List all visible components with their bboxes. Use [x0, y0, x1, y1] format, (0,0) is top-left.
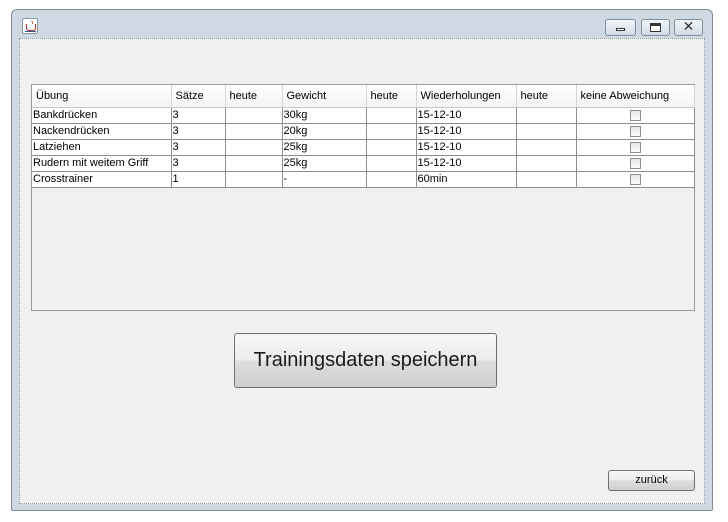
cell-gewicht[interactable]: 30kg — [282, 107, 367, 124]
cell-uebung[interactable]: Bankdrücken — [32, 107, 172, 124]
cell-heute-saetze[interactable] — [225, 139, 283, 156]
maximize-icon — [650, 23, 661, 32]
column-header-keine-abweichung[interactable]: keine Abweichung — [576, 85, 695, 108]
table-row[interactable]: Crosstrainer 1 - 60min — [32, 171, 695, 188]
cell-wiederholungen[interactable]: 15-12-10 — [416, 123, 517, 140]
cell-uebung[interactable]: Latziehen — [32, 139, 172, 156]
cell-keine-abweichung — [576, 171, 695, 188]
column-header-uebung[interactable]: Übung — [32, 85, 172, 108]
cell-heute-gewicht[interactable] — [366, 107, 417, 124]
keine-abweichung-checkbox[interactable] — [629, 109, 641, 121]
save-training-data-button[interactable]: Trainingsdaten speichern — [234, 333, 497, 388]
cell-saetze[interactable]: 3 — [171, 123, 226, 140]
java-cup-icon[interactable] — [22, 18, 38, 34]
cell-heute-gewicht[interactable] — [366, 139, 417, 156]
cell-heute-saetze[interactable] — [225, 123, 283, 140]
table-header: Übung Sätze heute Gewicht heute Wiederho… — [32, 85, 695, 108]
cell-heute-gewicht[interactable] — [366, 155, 417, 172]
cell-heute-saetze[interactable] — [225, 107, 283, 124]
table-row[interactable]: Latziehen 3 25kg 15-12-10 — [32, 139, 695, 156]
minimize-button[interactable] — [605, 19, 636, 36]
cell-gewicht[interactable]: 25kg — [282, 155, 367, 172]
cell-heute-saetze[interactable] — [225, 171, 283, 188]
maximize-button[interactable] — [641, 19, 670, 36]
app-window: ✕ Übung Sätze heute Gewicht heute Wieder… — [11, 9, 713, 511]
column-header-gewicht[interactable]: Gewicht — [282, 85, 367, 108]
cell-gewicht[interactable]: 25kg — [282, 139, 367, 156]
cell-keine-abweichung — [576, 139, 695, 156]
cell-heute-gewicht[interactable] — [366, 171, 417, 188]
cell-wiederholungen[interactable]: 60min — [416, 171, 517, 188]
keine-abweichung-checkbox[interactable] — [629, 157, 641, 169]
cell-uebung[interactable]: Nackendrücken — [32, 123, 172, 140]
cell-gewicht[interactable]: - — [282, 171, 367, 188]
cell-gewicht[interactable]: 20kg — [282, 123, 367, 140]
cell-wiederholungen[interactable]: 15-12-10 — [416, 155, 517, 172]
title-bar[interactable]: ✕ — [12, 10, 712, 40]
close-icon: ✕ — [682, 19, 695, 35]
cell-wiederholungen[interactable]: 15-12-10 — [416, 107, 517, 124]
column-header-heute-wiederholungen[interactable]: heute — [516, 85, 577, 108]
cell-keine-abweichung — [576, 107, 695, 124]
cell-heute-wiederholungen[interactable] — [516, 107, 577, 124]
cell-keine-abweichung — [576, 123, 695, 140]
cell-saetze[interactable]: 3 — [171, 139, 226, 156]
cell-uebung[interactable]: Rudern mit weitem Griff — [32, 155, 172, 172]
cell-heute-wiederholungen[interactable] — [516, 139, 577, 156]
column-header-saetze[interactable]: Sätze — [171, 85, 226, 108]
cell-uebung[interactable]: Crosstrainer — [32, 171, 172, 188]
cell-heute-gewicht[interactable] — [366, 123, 417, 140]
cell-saetze[interactable]: 3 — [171, 107, 226, 124]
content-panel: Übung Sätze heute Gewicht heute Wiederho… — [19, 38, 705, 504]
cell-keine-abweichung — [576, 155, 695, 172]
close-button[interactable]: ✕ — [674, 19, 703, 36]
cell-heute-wiederholungen[interactable] — [516, 171, 577, 188]
keine-abweichung-checkbox[interactable] — [629, 125, 641, 137]
column-header-wiederholungen[interactable]: Wiederholungen — [416, 85, 517, 108]
keine-abweichung-checkbox[interactable] — [629, 141, 641, 153]
table-row[interactable]: Rudern mit weitem Griff 3 25kg 15-12-10 — [32, 155, 695, 172]
cell-heute-saetze[interactable] — [225, 155, 283, 172]
table-row[interactable]: Nackendrücken 3 20kg 15-12-10 — [32, 123, 695, 140]
column-header-heute-saetze[interactable]: heute — [225, 85, 283, 108]
cell-saetze[interactable]: 1 — [171, 171, 226, 188]
back-button[interactable]: zurück — [608, 470, 695, 491]
column-header-heute-gewicht[interactable]: heute — [366, 85, 417, 108]
training-table: Übung Sätze heute Gewicht heute Wiederho… — [32, 85, 695, 188]
training-table-scrollpane[interactable]: Übung Sätze heute Gewicht heute Wiederho… — [31, 84, 695, 311]
table-row[interactable]: Bankdrücken 3 30kg 15-12-10 — [32, 107, 695, 124]
cell-saetze[interactable]: 3 — [171, 155, 226, 172]
minimize-icon — [616, 28, 625, 31]
cell-wiederholungen[interactable]: 15-12-10 — [416, 139, 517, 156]
keine-abweichung-checkbox[interactable] — [629, 173, 641, 185]
cell-heute-wiederholungen[interactable] — [516, 155, 577, 172]
cell-heute-wiederholungen[interactable] — [516, 123, 577, 140]
